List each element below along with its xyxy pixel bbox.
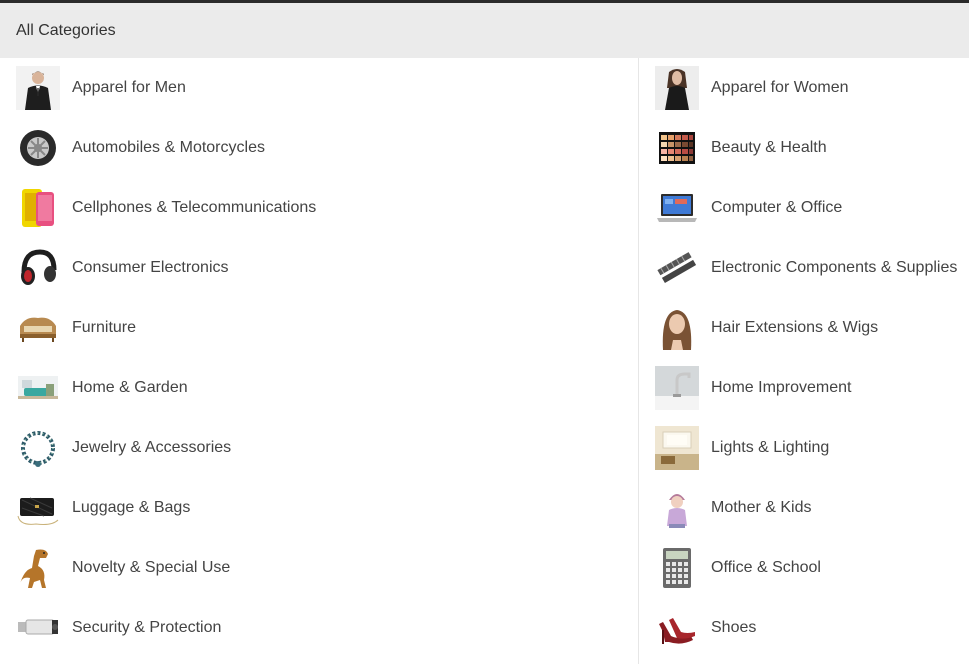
category-label: Security & Protection (72, 619, 222, 636)
category-label: Lights & Lighting (711, 439, 830, 456)
category-item-apparel-for-men[interactable]: Apparel for Men (0, 58, 639, 118)
category-item-automobiles-motorcycles[interactable]: Automobiles & Motorcycles (0, 118, 639, 178)
category-item-jewelry-accessories[interactable]: Jewelry & Accessories (0, 418, 639, 478)
category-item-hair-extensions-wigs[interactable]: Hair Extensions & Wigs (640, 298, 969, 358)
category-item-consumer-electronics[interactable]: Consumer Electronics (0, 238, 639, 298)
electronic-components-icon (655, 246, 699, 290)
woman-dress-icon (655, 66, 699, 110)
dinosaur-costume-icon (16, 546, 60, 590)
category-item-apparel-for-women[interactable]: Apparel for Women (640, 58, 969, 118)
ceiling-light-icon (655, 426, 699, 470)
category-item-cellphones-telecommunications[interactable]: Cellphones & Telecommunications (0, 178, 639, 238)
category-item-luggage-bags[interactable]: Luggage & Bags (0, 478, 639, 538)
category-item-beauty-health[interactable]: Beauty & Health (640, 118, 969, 178)
laptop-icon (655, 186, 699, 230)
category-item-lights-lighting[interactable]: Lights & Lighting (640, 418, 969, 478)
category-label: Electronic Components & Supplies (711, 259, 958, 276)
category-label: Furniture (72, 319, 137, 336)
category-label: Luggage & Bags (72, 499, 191, 516)
category-label: Beauty & Health (711, 139, 827, 156)
sofa-icon (16, 306, 60, 350)
category-item-mother-kids[interactable]: Mother & Kids (640, 478, 969, 538)
category-label: Home Improvement (711, 379, 852, 396)
calculator-icon (655, 546, 699, 590)
faucet-icon (655, 366, 699, 410)
category-item-novelty-special-use[interactable]: Novelty & Special Use (0, 538, 639, 598)
category-label: Mother & Kids (711, 499, 812, 516)
category-item-home-garden[interactable]: Home & Garden (0, 358, 639, 418)
category-item-shoes[interactable]: Shoes (640, 598, 969, 658)
category-item-furniture[interactable]: Furniture (0, 298, 639, 358)
living-room-icon (16, 366, 60, 410)
category-item-home-improvement[interactable]: Home Improvement (640, 358, 969, 418)
category-label: Office & School (711, 559, 821, 576)
category-label: Home & Garden (72, 379, 188, 396)
smartphone-icon (16, 186, 60, 230)
category-label: Jewelry & Accessories (72, 439, 232, 456)
category-label: Consumer Electronics (72, 259, 229, 276)
header-bar: All Categories (0, 3, 969, 58)
necklace-icon (16, 426, 60, 470)
category-item-office-school[interactable]: Office & School (640, 538, 969, 598)
tire-icon (16, 126, 60, 170)
category-item-security-protection[interactable]: Security & Protection (0, 598, 639, 658)
category-label: Apparel for Men (72, 79, 186, 96)
man-suit-icon (16, 66, 60, 110)
category-label: Hair Extensions & Wigs (711, 319, 879, 336)
handbag-icon (16, 486, 60, 530)
category-list-left: Apparel for Men Automobiles & Motorcycle… (0, 58, 639, 664)
category-label: Novelty & Special Use (72, 559, 231, 576)
hair-wig-icon (655, 306, 699, 350)
category-list-right: Apparel for Women Beauty & Health Comput… (640, 58, 969, 664)
category-label: Computer & Office (711, 199, 843, 216)
category-item-electronic-components-supplies[interactable]: Electronic Components & Supplies (640, 238, 969, 298)
headphones-icon (16, 246, 60, 290)
category-item-computer-office[interactable]: Computer & Office (640, 178, 969, 238)
category-label: Apparel for Women (711, 79, 849, 96)
makeup-palette-icon (655, 126, 699, 170)
security-camera-icon (16, 606, 60, 650)
high-heel-shoe-icon (655, 606, 699, 650)
category-label: Cellphones & Telecommunications (72, 199, 317, 216)
category-label: Automobiles & Motorcycles (72, 139, 265, 156)
category-label: Shoes (711, 619, 757, 636)
kid-icon (655, 486, 699, 530)
page-title: All Categories (16, 21, 116, 39)
